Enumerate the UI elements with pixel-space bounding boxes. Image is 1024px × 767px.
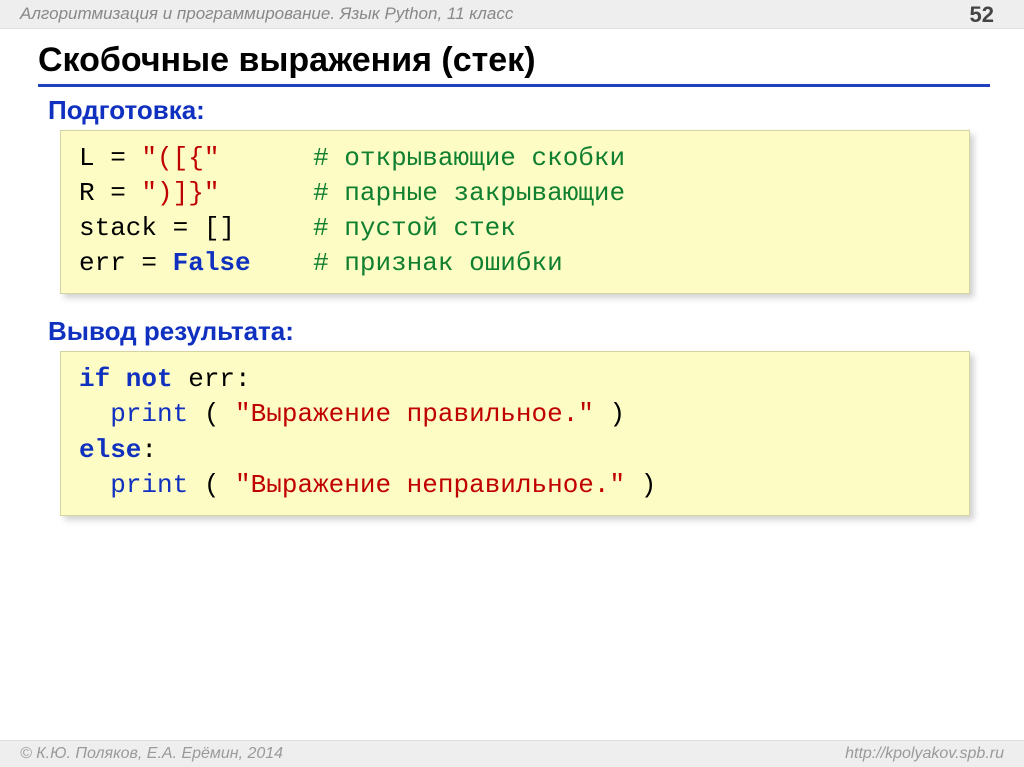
code-text: stack <box>79 213 157 243</box>
code-keyword: else <box>79 435 141 465</box>
code-string: "([{" <box>141 143 219 173</box>
slide-footer: © К.Ю. Поляков, Е.А. Ерёмин, 2014 http:/… <box>0 740 1024 767</box>
code-text: = <box>95 143 142 173</box>
course-title: Алгоритмизация и программирование. Язык … <box>20 4 513 24</box>
code-func: print <box>110 470 188 500</box>
code-text: L <box>79 143 95 173</box>
code-comment: # пустой стек <box>313 213 516 243</box>
code-pad <box>251 248 313 278</box>
page-number: 52 <box>970 2 994 28</box>
code-func: print <box>110 399 188 429</box>
code-text: = <box>126 248 173 278</box>
slide-content: Скобочные выражения (стек) Подготовка: L… <box>0 29 1024 516</box>
code-comment: # признак ошибки <box>313 248 563 278</box>
code-pad <box>219 178 313 208</box>
code-keyword: False <box>173 248 251 278</box>
code-text: = [] <box>157 213 235 243</box>
code-text: err: <box>173 364 251 394</box>
title-underline <box>38 84 990 87</box>
code-text: ) <box>594 399 625 429</box>
code-string: ")]}" <box>141 178 219 208</box>
slide-title: Скобочные выражения (стек) <box>38 41 990 80</box>
code-text: : <box>141 435 157 465</box>
code-comment: # открывающие скобки <box>313 143 625 173</box>
code-text: = <box>95 178 142 208</box>
copyright: © К.Ю. Поляков, Е.А. Ерёмин, 2014 <box>20 745 283 763</box>
code-text: ) <box>625 470 656 500</box>
section-preparation: Подготовка: <box>48 95 990 126</box>
code-string: "Выражение правильное." <box>235 399 594 429</box>
code-text: ( <box>188 470 235 500</box>
footer-url: http://kpolyakov.spb.ru <box>845 745 1004 763</box>
code-comment: # парные закрывающие <box>313 178 625 208</box>
code-pad <box>235 213 313 243</box>
code-pad <box>219 143 313 173</box>
slide-header: Алгоритмизация и программирование. Язык … <box>0 0 1024 29</box>
code-string: "Выражение неправильное." <box>235 470 625 500</box>
section-output: Вывод результата: <box>48 316 990 347</box>
code-indent <box>79 399 110 429</box>
code-block-preparation: L = "([{" # открывающие скобки R = ")]}"… <box>60 130 970 294</box>
code-text: ( <box>188 399 235 429</box>
code-text: R <box>79 178 95 208</box>
code-indent <box>79 470 110 500</box>
code-text: err <box>79 248 126 278</box>
code-block-output: if not err: print ( "Выражение правильно… <box>60 351 970 515</box>
code-keyword: if not <box>79 364 173 394</box>
